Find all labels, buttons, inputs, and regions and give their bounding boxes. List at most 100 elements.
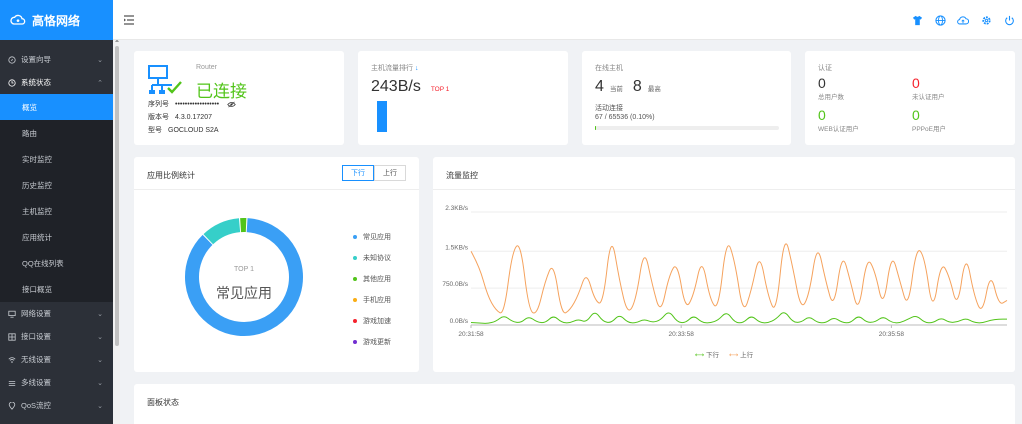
- sidebar-item-overview[interactable]: 概览: [0, 94, 113, 120]
- legend-label: 游戏加速: [363, 317, 391, 325]
- upload-series-line[interactable]: [470, 243, 1008, 314]
- donut-slice-0[interactable]: [185, 218, 303, 336]
- eye-off-icon[interactable]: [227, 101, 236, 108]
- active-conn-value: 67 / 65536 (0.10%): [595, 114, 655, 121]
- legend-dot: [353, 339, 357, 344]
- compass-icon: [8, 55, 16, 64]
- legend-label: 上行: [740, 352, 754, 359]
- serial-row: 序列号 ••••••••••••••••••: [148, 99, 236, 109]
- monitor-icon: [8, 310, 16, 318]
- layers-icon: [8, 379, 16, 387]
- traffic-value: 243B/s: [371, 78, 421, 95]
- nav-group-qos[interactable]: QoS流控 ⌄: [0, 394, 113, 417]
- nav-group-network-settings[interactable]: 网络设置 ⌄: [0, 302, 113, 325]
- web-auth-users-label: WEB认证用户: [818, 126, 859, 133]
- legend-item-common-apps[interactable]: 常见应用: [353, 226, 391, 247]
- model-label: 型号: [148, 127, 162, 134]
- online-hosts-card: 在线主机 4 当前 8 最高 活动连接 67 / 65536 (0.10%): [582, 51, 791, 145]
- nav-group-setup-wizard[interactable]: 设置向导 ⌄: [0, 48, 113, 71]
- traffic-bar[interactable]: [377, 101, 387, 132]
- web-auth-users-stat: 0 WEB认证用户: [818, 107, 859, 133]
- panel-status-title: 面板状态: [147, 398, 179, 407]
- max-hosts-value: 8: [632, 78, 642, 95]
- version-value: 4.3.0.17207: [175, 114, 212, 121]
- shirt-icon[interactable]: [910, 13, 924, 27]
- top-badge: TOP 1: [430, 86, 450, 93]
- pppoe-users-value: 0: [912, 107, 920, 123]
- donut-slice-1[interactable]: [203, 218, 241, 245]
- legend-item-game-updates[interactable]: 游戏更新: [353, 331, 391, 352]
- download-series-line[interactable]: [470, 312, 1007, 324]
- globe-icon[interactable]: [933, 13, 947, 27]
- total-users-label: 总用户数: [818, 94, 844, 101]
- version-row: 版本号 4.3.0.17207: [148, 112, 212, 122]
- app-donut-chart[interactable]: [179, 212, 309, 342]
- router-title: Router: [196, 64, 218, 71]
- tab-download[interactable]: 下行: [342, 165, 374, 181]
- legend-item-game-acceleration[interactable]: 游戏加速: [353, 310, 391, 331]
- brand[interactable]: 高恪网络: [0, 0, 113, 40]
- sidebar: 高恪网络 设置向导 ⌄ 系统状态 ⌃ 概览 路由 实时监控 历史监控 主机监控 …: [0, 0, 113, 424]
- nav-group-label: 接口设置: [21, 332, 51, 341]
- legend-item-other-apps[interactable]: 其他应用: [353, 268, 391, 289]
- legend-label: 下行: [706, 352, 719, 359]
- direction-toggle: 下行 上行: [342, 165, 406, 181]
- pin-icon: [8, 401, 16, 410]
- nav-group-label: 无线设置: [21, 355, 51, 364]
- nav-group-system-status[interactable]: 系统状态 ⌃: [0, 71, 113, 94]
- web-auth-users-value: 0: [818, 107, 826, 123]
- sort-arrow-icon[interactable]: ↓: [415, 65, 419, 72]
- gear-icon[interactable]: [979, 13, 993, 27]
- chevron-up-icon: ⌃: [97, 79, 103, 87]
- scrollbar-thumb[interactable]: [115, 46, 119, 346]
- x-tick-label: 20:35:58: [879, 331, 905, 338]
- y-tick-label: 0.0B/s: [450, 318, 469, 325]
- legend-item-upload[interactable]: ⟷ 上行: [729, 349, 753, 359]
- nav-group-multiline-settings[interactable]: 多线设置 ⌄: [0, 371, 113, 394]
- brand-name: 高恪网络: [32, 13, 81, 28]
- unauth-users-label: 未认证用户: [912, 94, 945, 101]
- nav-group-label: QoS流控: [21, 401, 52, 410]
- legend-item-unknown-protocol[interactable]: 未知协议: [353, 247, 391, 268]
- sidebar-item-host-monitor[interactable]: 主机监控: [0, 198, 113, 224]
- donut-center-label: 常见应用: [216, 285, 272, 301]
- hosts-count-row: 4 当前 8 最高: [595, 78, 661, 96]
- unauth-users-stat: 0 未认证用户: [912, 75, 945, 101]
- traffic-rank-title: 主机流量排行: [371, 65, 413, 72]
- sidebar-item-qq-online[interactable]: QQ在线列表: [0, 250, 113, 276]
- nav-group-label: 系统状态: [21, 78, 51, 87]
- x-tick-label: 20:31:58: [458, 331, 484, 338]
- legend-item-mobile-apps[interactable]: 手机应用: [353, 289, 391, 310]
- y-tick-label: 1.5KB/s: [445, 244, 469, 251]
- host-traffic-rank-card: 主机流量排行 ↓ 243B/s TOP 1: [358, 51, 568, 145]
- cloud-upload-icon[interactable]: [956, 13, 970, 27]
- sidebar-item-realtime-monitor[interactable]: 实时监控: [0, 146, 113, 172]
- legend-dot: [353, 276, 357, 281]
- header-icons: [910, 13, 1016, 27]
- sidebar-item-history-monitor[interactable]: 历史监控: [0, 172, 113, 198]
- x-tick-label: 20:33:58: [669, 331, 695, 338]
- auth-title: 认证: [818, 65, 832, 72]
- menu-toggle-icon[interactable]: [123, 14, 135, 26]
- traffic-line-chart[interactable]: 0.0B/s 750.0B/s 1.5KB/s 2.3KB/s 20:31:58 20:3…: [433, 190, 1015, 370]
- nav-group-interface-settings[interactable]: 接口设置 ⌄: [0, 325, 113, 348]
- donut-center-top: TOP 1: [234, 266, 254, 273]
- active-conn-label: 活动连接: [595, 105, 623, 112]
- chevron-down-icon: ⌄: [97, 356, 103, 364]
- nav-group-wireless-settings[interactable]: 无线设置 ⌄: [0, 348, 113, 371]
- app-stats-title: 应用比例统计: [147, 171, 195, 180]
- nav-group-label: 设置向导: [21, 55, 51, 64]
- sidebar-item-interface-overview[interactable]: 接口概览: [0, 276, 113, 302]
- active-conn-progress: [595, 126, 779, 130]
- legend-label: 常见应用: [363, 233, 391, 241]
- total-users-stat: 0 总用户数: [818, 75, 844, 101]
- chevron-down-icon: ⌄: [97, 333, 103, 341]
- chevron-down-icon: ⌄: [97, 310, 103, 318]
- tab-upload[interactable]: 上行: [374, 165, 406, 181]
- sidebar-item-routes[interactable]: 路由: [0, 120, 113, 146]
- traffic-monitor-card: 流量监控 0.0B/s 750.0B/s 1.5KB/s 2.3KB/s 20:31:5…: [433, 157, 1015, 372]
- legend-item-download[interactable]: ⟷ 下行: [695, 349, 719, 359]
- power-icon[interactable]: [1002, 13, 1016, 27]
- serial-label: 序列号: [148, 101, 169, 108]
- sidebar-item-app-stats[interactable]: 应用统计: [0, 224, 113, 250]
